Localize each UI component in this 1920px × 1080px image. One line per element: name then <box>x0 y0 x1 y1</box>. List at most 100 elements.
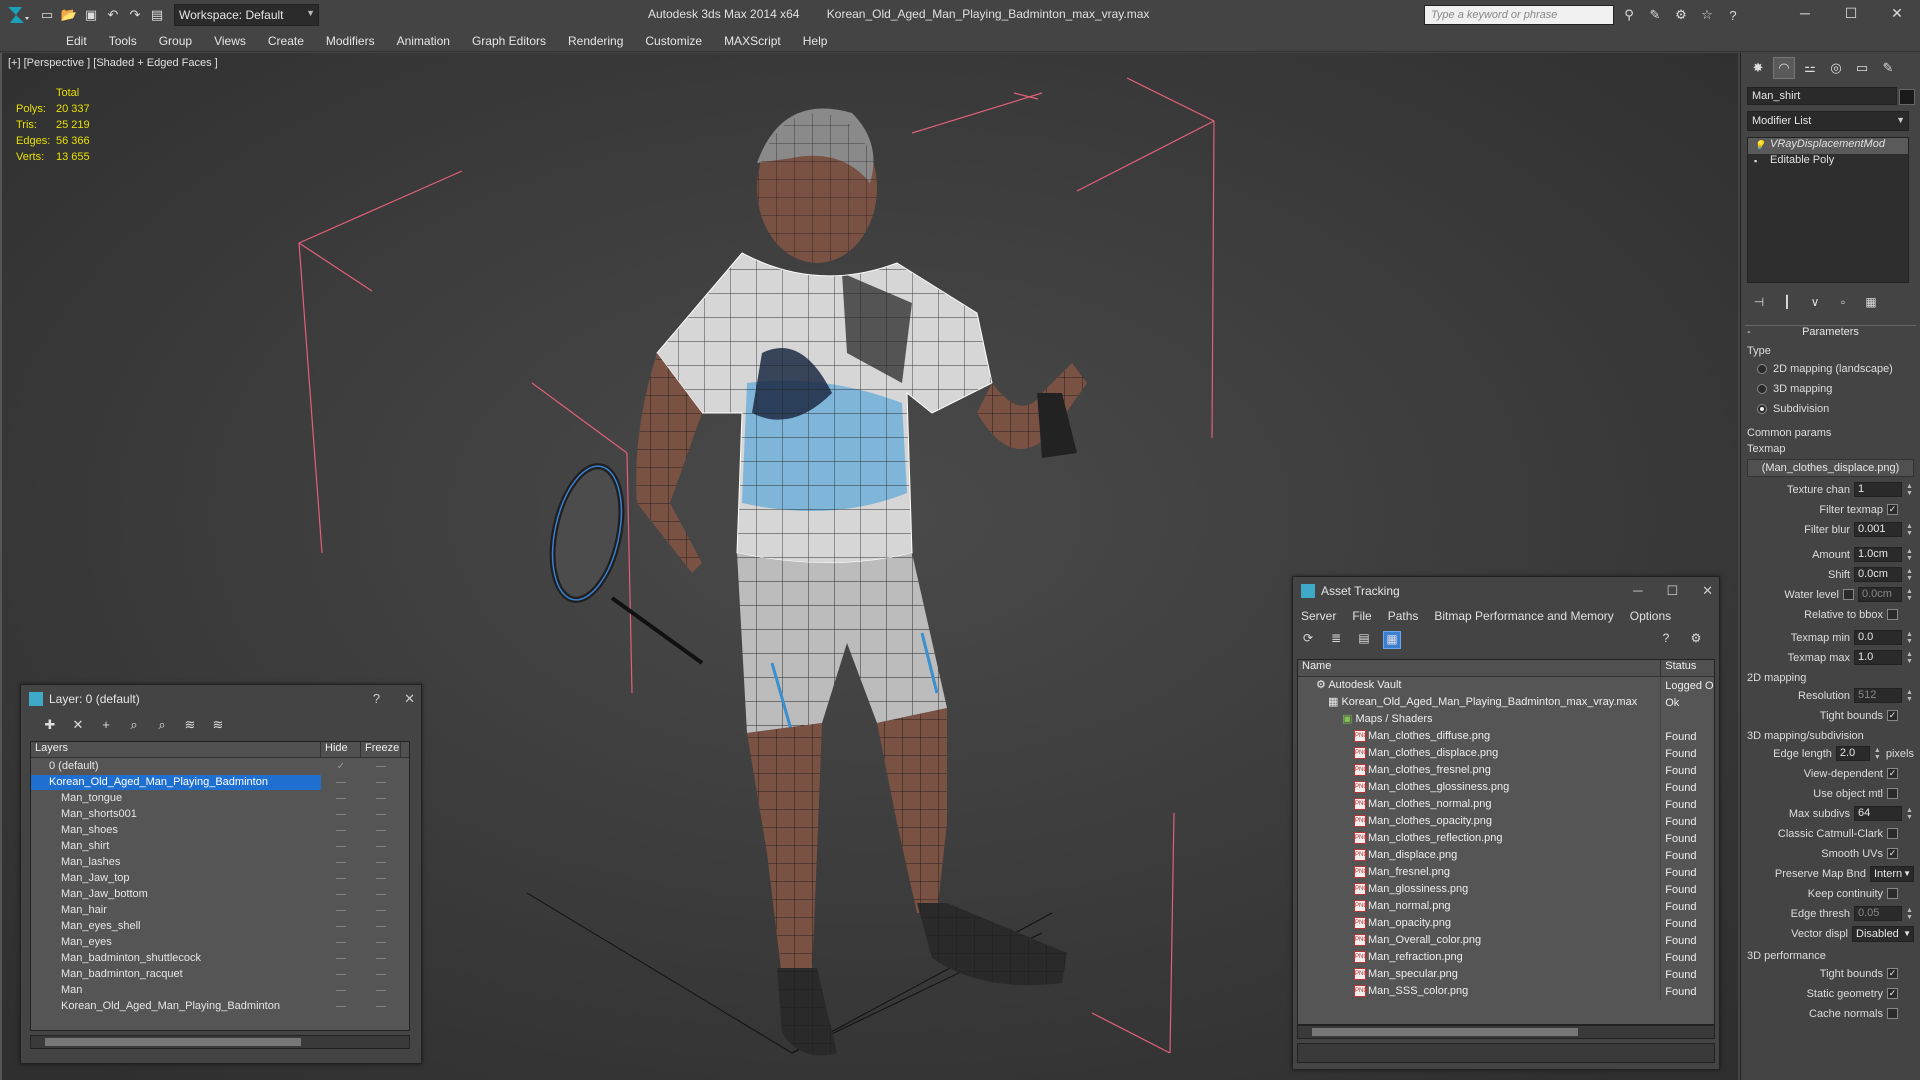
layer-freeze-toggle[interactable]: — <box>361 921 401 932</box>
expand-icon[interactable]: ▪ <box>1754 156 1764 166</box>
hide-all-layers-icon[interactable]: ≋ <box>181 717 199 735</box>
layer-hide-toggle[interactable]: — <box>321 921 361 932</box>
layer-hide-toggle[interactable]: — <box>321 985 361 996</box>
asset-row-map[interactable]: PNGMan_fresnel.png Found <box>1298 864 1714 881</box>
binoculars-icon[interactable]: ⚲ <box>1618 4 1640 26</box>
type-3d-mapping[interactable]: 3D mapping <box>1757 381 1904 397</box>
keep-continuity-checkbox[interactable] <box>1887 888 1898 899</box>
asset-row-map[interactable]: PNGMan_Overall_color.png Found <box>1298 932 1714 949</box>
spinner-arrows-icon[interactable]: ▲ ▼ <box>1906 568 1914 582</box>
asset-window-titlebar[interactable]: Asset Tracking ─ ☐ ✕ <box>1293 577 1719 605</box>
layer-hide-toggle[interactable]: — <box>321 953 361 964</box>
asset-row-map[interactable]: PNGMan_clothes_diffuse.png Found <box>1298 728 1714 745</box>
layer-hide-toggle[interactable]: — <box>321 841 361 852</box>
asset-row-map[interactable]: PNGMan_specular.png Found <box>1298 966 1714 983</box>
asset-row-map[interactable]: PNGMan_normal.png Found <box>1298 898 1714 915</box>
settings-icon[interactable]: ⚙ <box>1687 631 1705 649</box>
asset-row-map[interactable]: PNGMan_displace.png Found <box>1298 847 1714 864</box>
layer-hide-toggle[interactable]: ✓ <box>321 761 361 772</box>
layer-hide-toggle[interactable]: — <box>321 969 361 980</box>
tight-bounds-checkbox[interactable]: ✓ <box>1887 710 1898 721</box>
asset-row-map[interactable]: PNGMan_refraction.png Found <box>1298 949 1714 966</box>
communication-icon[interactable]: ⚙ <box>1670 4 1692 26</box>
filter-blur-spinner[interactable]: 0.001 <box>1854 522 1902 537</box>
show-end-result-icon[interactable]: ┃ <box>1779 295 1795 311</box>
close-button[interactable]: ✕ <box>1874 0 1920 26</box>
new-file-icon[interactable]: ▭ <box>36 4 58 26</box>
max-subdivs-spinner[interactable]: 64 <box>1854 806 1902 821</box>
layer-hide-toggle[interactable]: — <box>321 937 361 948</box>
layer-freeze-toggle[interactable]: — <box>361 793 401 804</box>
relative-bbox-checkbox[interactable] <box>1887 609 1898 620</box>
layer-hide-toggle[interactable]: — <box>321 905 361 916</box>
asset-row-maps-group[interactable]: ▣ Maps / Shaders <box>1298 711 1714 728</box>
asset-row-map[interactable]: PNGMan_clothes_normal.png Found <box>1298 796 1714 813</box>
create-tab-icon[interactable]: ✸ <box>1747 57 1769 79</box>
asset-row-map[interactable]: PNGMan_glossiness.png Found <box>1298 881 1714 898</box>
modifier-list-dropdown[interactable]: Modifier List ▼ <box>1747 111 1909 131</box>
menu-customize[interactable]: Customize <box>634 34 713 48</box>
table-view-icon[interactable]: ▦ <box>1383 631 1401 649</box>
list-view-icon[interactable]: ≣ <box>1327 631 1345 649</box>
search-input[interactable]: Type a keyword or phrase <box>1424 5 1614 25</box>
create-layer-icon[interactable]: ✚ <box>41 717 59 735</box>
layer-row[interactable]: Korean_Old_Aged_Man_Playing_Badminton — — <box>31 774 409 790</box>
layer-freeze-toggle[interactable]: — <box>361 777 401 788</box>
spinner-arrows-icon[interactable]: ▲ ▼ <box>1906 548 1914 562</box>
catmull-clark-checkbox[interactable] <box>1887 828 1898 839</box>
thumbnail-view-icon[interactable]: ▤ <box>1355 631 1373 649</box>
remove-modifier-icon[interactable]: ▫ <box>1835 295 1851 311</box>
asset-row-map[interactable]: PNGMan_clothes_reflection.png Found <box>1298 830 1714 847</box>
pin-stack-icon[interactable]: ⊣ <box>1751 295 1767 311</box>
texmap-min-spinner[interactable]: 0.0 <box>1854 630 1902 645</box>
layer-freeze-toggle[interactable]: — <box>361 873 401 884</box>
utilities-tab-icon[interactable]: ✎ <box>1877 57 1899 79</box>
radio-button[interactable] <box>1757 384 1767 394</box>
layer-hide-toggle[interactable]: — <box>321 873 361 884</box>
layer-window-titlebar[interactable]: Layer: 0 (default) ? ✕ <box>21 685 421 713</box>
spinner-arrows-icon[interactable]: ▲ ▼ <box>1874 747 1882 761</box>
delete-layer-icon[interactable]: ✕ <box>69 717 87 735</box>
layer-freeze-toggle[interactable]: — <box>361 889 401 900</box>
vector-displ-dropdown[interactable]: Disabled ▼ <box>1852 925 1914 942</box>
layer-row[interactable]: Korean_Old_Aged_Man_Playing_Badminton — — <box>31 998 409 1014</box>
menu-graph-editors[interactable]: Graph Editors <box>461 34 557 48</box>
help-button[interactable]: ? <box>373 691 380 707</box>
asset-menu-options[interactable]: Options <box>1630 609 1671 623</box>
layer-explorer-window[interactable]: Layer: 0 (default) ? ✕ ✚ ✕ + ⌕ ⌕ ≋ ≋ Laye… <box>20 684 422 1064</box>
asset-row-map[interactable]: PNGMan_clothes_fresnel.png Found <box>1298 762 1714 779</box>
menu-modifiers[interactable]: Modifiers <box>315 34 386 48</box>
col-name[interactable]: Name <box>1298 660 1662 676</box>
scrollbar-thumb[interactable] <box>45 1038 301 1046</box>
minimize-button[interactable]: ─ <box>1633 583 1642 599</box>
layer-row[interactable]: Man — — <box>31 982 409 998</box>
workspace-dropdown[interactable]: Workspace: Default ▼ <box>174 4 319 26</box>
maximize-button[interactable]: ☐ <box>1666 583 1678 599</box>
close-button[interactable]: ✕ <box>404 691 415 707</box>
undo-icon[interactable]: ↶ <box>102 4 124 26</box>
layer-freeze-toggle[interactable]: — <box>361 905 401 916</box>
help-icon[interactable]: ? <box>1722 4 1744 26</box>
redo-icon[interactable]: ↷ <box>124 4 146 26</box>
scrollbar-thumb[interactable] <box>1312 1028 1578 1036</box>
layer-hide-toggle[interactable]: — <box>321 1001 361 1012</box>
shift-spinner[interactable]: 0.0cm <box>1854 567 1902 582</box>
make-unique-icon[interactable]: ∨ <box>1807 295 1823 311</box>
static-geometry-checkbox[interactable]: ✓ <box>1887 988 1898 999</box>
layer-freeze-toggle[interactable]: — <box>361 825 401 836</box>
asset-row-map[interactable]: PNGMan_SSS_color.png Found <box>1298 983 1714 1000</box>
asset-row-map[interactable]: PNGMan_clothes_opacity.png Found <box>1298 813 1714 830</box>
subscription-icon[interactable]: ✎ <box>1644 4 1666 26</box>
asset-menu-paths[interactable]: Paths <box>1388 609 1419 623</box>
layer-row[interactable]: Man_eyes — — <box>31 934 409 950</box>
hierarchy-tab-icon[interactable]: ⚍ <box>1799 57 1821 79</box>
modify-tab-icon[interactable]: ◠ <box>1773 57 1795 79</box>
layer-freeze-toggle[interactable]: — <box>361 937 401 948</box>
help-icon[interactable]: ? <box>1657 631 1675 649</box>
stack-item-vray-displacement[interactable]: 💡 VRayDisplacementMod <box>1748 138 1908 154</box>
layer-freeze-toggle[interactable]: — <box>361 953 401 964</box>
col-freeze[interactable]: Freeze <box>361 742 401 757</box>
parameters-rollout[interactable]: - Parameters <box>1745 325 1916 341</box>
layer-freeze-toggle[interactable]: — <box>361 841 401 852</box>
object-name-field[interactable]: Man_shirt <box>1747 87 1897 105</box>
